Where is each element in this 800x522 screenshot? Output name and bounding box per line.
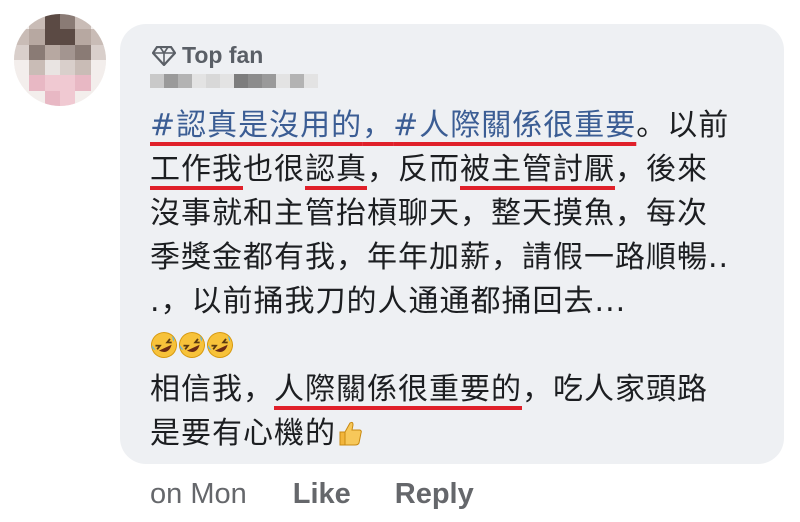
comment-text-segment: 相信我， (150, 372, 274, 407)
comment-line: 是要有心機的 (150, 412, 770, 456)
avatar-pixel (29, 75, 45, 91)
avatar-pixel (90, 29, 106, 45)
name-pixel (220, 74, 234, 88)
badge-label: Top fan (182, 42, 264, 68)
avatar-pixel (44, 90, 60, 106)
avatar-pixel (90, 90, 106, 106)
hashtag-link[interactable]: #認真是沒用的 (150, 108, 362, 143)
avatar-pixel (59, 75, 76, 91)
comment-text-segment: 也很 (243, 152, 305, 187)
comment-thread: Top fan #認真是沒用的，#人際關係很重要。以前 工作我也很認真，反而被主… (0, 0, 800, 522)
hashtag-separator: ， (362, 108, 394, 143)
avatar-pixel (14, 90, 30, 106)
comment-line: 相信我，人際關係很重要的，吃人家頭路 (150, 368, 770, 412)
like-button[interactable]: Like (293, 478, 351, 511)
avatar-pixel (59, 90, 76, 106)
avatar-pixel (44, 14, 60, 30)
comment-text-segment: ，反而 (367, 152, 460, 187)
commenter-name[interactable] (150, 74, 318, 88)
name-pixel (164, 74, 178, 88)
name-pixel (304, 74, 318, 88)
underlined-text: 被主管討厭 (460, 152, 615, 187)
comment-line: 沒事就和主管抬槓聊天，整天摸魚，每次 (150, 196, 708, 231)
avatar-pixel (90, 14, 106, 30)
avatar-pixel (44, 29, 60, 45)
comment-line: 工作我也很認真，反而被主管討厭，後來 (150, 148, 770, 192)
avatar-pixel (90, 59, 106, 76)
avatar-pixel (75, 29, 91, 45)
comment-text-segment: 是要有心機的 (150, 416, 336, 451)
underlined-text: 工作我 (150, 152, 243, 187)
comment-text-segment: ，吃人家頭路 (522, 372, 708, 407)
avatar-pixel (14, 59, 30, 76)
name-pixel (276, 74, 290, 88)
emoji-line (150, 324, 770, 368)
avatar-pixel (75, 14, 91, 30)
timestamp-link[interactable]: on Mon (150, 478, 247, 511)
avatar-pixel (59, 14, 76, 30)
avatar-pixel (29, 44, 45, 60)
comment-line: 季獎金都有我，年年加薪，請假一路順暢.. (150, 240, 730, 275)
comment-text-segment: 。以前 (636, 108, 730, 143)
avatar-pixel (14, 75, 30, 91)
avatar-pixel (75, 75, 91, 91)
name-pixel (178, 74, 192, 88)
top-fan-badge[interactable]: Top fan (152, 42, 263, 69)
underlined-text: 認真 (305, 152, 367, 187)
avatar-pixel (29, 59, 45, 76)
comment-line: #認真是沒用的，#人際關係很重要。以前 (150, 104, 770, 148)
avatar-pixel (44, 75, 60, 91)
hashtag-link[interactable]: #人際關係很重要 (393, 108, 636, 143)
avatar-pixel (59, 29, 76, 45)
name-pixel (192, 74, 206, 88)
avatar-pixel (29, 90, 45, 106)
rolling-on-floor-laughing-emoji (150, 328, 178, 358)
avatar-pixel (75, 59, 91, 76)
name-pixel (262, 74, 276, 88)
comment-body: #認真是沒用的，#人際關係很重要。以前 工作我也很認真，反而被主管討厭，後來 沒… (150, 104, 770, 456)
avatar-pixel (75, 44, 91, 60)
avatar-pixel (90, 44, 106, 60)
avatar-pixel (90, 75, 106, 91)
reply-button[interactable]: Reply (395, 478, 474, 511)
name-pixel (150, 74, 164, 88)
rolling-on-floor-laughing-emoji (206, 328, 234, 358)
rolling-on-floor-laughing-emoji (178, 328, 206, 358)
avatar-pixel (59, 44, 76, 60)
avatar[interactable] (14, 14, 106, 106)
comment-line: .，以前捅我刀的人通通都捅回去... (150, 284, 627, 319)
diamond-icon (152, 45, 176, 66)
avatar-pixel (29, 29, 45, 45)
name-pixel (290, 74, 304, 88)
avatar-pixel (14, 44, 30, 60)
avatar-pixel (44, 44, 60, 60)
name-pixel (248, 74, 262, 88)
name-pixel (206, 74, 220, 88)
avatar-pixel (44, 59, 60, 76)
thumbs-up-emoji (336, 416, 364, 446)
comment-text-segment: ，後來 (615, 152, 708, 187)
avatar-pixel (29, 14, 45, 30)
name-pixel (234, 74, 248, 88)
avatar-pixel (14, 14, 30, 30)
underlined-text: 人際關係很重要的 (274, 372, 522, 407)
avatar-pixel (14, 29, 30, 45)
avatar-pixel (59, 59, 76, 76)
avatar-pixel (75, 90, 91, 106)
comment-actions: on Mon Like Reply (150, 478, 518, 511)
